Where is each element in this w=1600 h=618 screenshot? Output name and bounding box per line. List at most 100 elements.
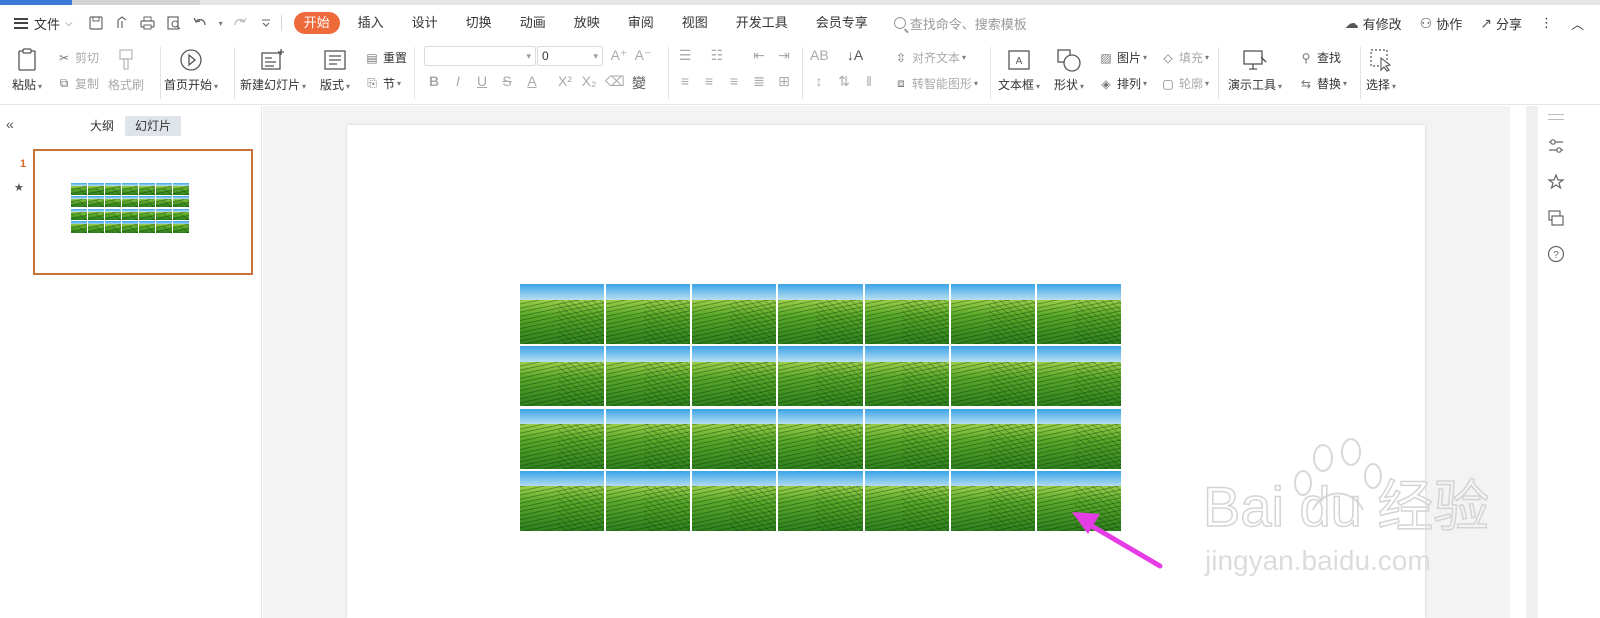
- tea-field-picture[interactable]: [692, 470, 777, 531]
- bullet-list-icon[interactable]: ☰: [676, 47, 694, 64]
- underline-icon[interactable]: U: [473, 73, 491, 89]
- help-icon[interactable]: ?: [1546, 244, 1566, 264]
- tea-field-picture[interactable]: [1036, 346, 1121, 407]
- textbox-button[interactable]: A 文本框 ▾: [998, 43, 1040, 93]
- justify-icon[interactable]: ≣: [750, 73, 768, 90]
- tea-field-picture[interactable]: [864, 346, 949, 407]
- print-icon[interactable]: [139, 14, 157, 32]
- slide-thumbnail[interactable]: [33, 149, 253, 275]
- tea-field-picture[interactable]: [778, 470, 863, 531]
- animation-star-pane-icon[interactable]: [1546, 172, 1566, 192]
- redo-icon[interactable]: [231, 14, 249, 32]
- find-button[interactable]: ⚲ 查找: [1298, 49, 1341, 66]
- select-button[interactable]: 选择 ▾: [1366, 43, 1396, 93]
- tab-review[interactable]: 审阅: [614, 12, 668, 34]
- tea-field-picture[interactable]: [864, 284, 949, 345]
- sort-icon[interactable]: ↓A: [846, 47, 864, 63]
- bold-icon[interactable]: B: [425, 73, 443, 89]
- columns-icon[interactable]: ‖: [860, 73, 878, 89]
- share-button[interactable]: ↗ 分享: [1480, 14, 1522, 33]
- tea-field-picture[interactable]: [778, 408, 863, 469]
- play-from-start-button[interactable]: 首页开始 ▾: [164, 43, 218, 93]
- collapse-panel-icon[interactable]: «: [6, 116, 14, 132]
- italic-icon[interactable]: I: [449, 73, 467, 89]
- reset-button[interactable]: ▤ 重置: [364, 49, 407, 66]
- tea-field-picture[interactable]: [950, 470, 1035, 531]
- undo-icon[interactable]: [191, 14, 209, 32]
- numbered-list-icon[interactable]: ☷: [708, 47, 726, 64]
- customize-toolbar-icon[interactable]: [257, 14, 275, 32]
- align-right-icon[interactable]: ≡: [725, 73, 743, 89]
- decrease-font-icon[interactable]: A⁻: [634, 47, 652, 64]
- tab-transitions[interactable]: 切换: [452, 12, 506, 34]
- increase-font-icon[interactable]: A⁺: [610, 47, 628, 64]
- replace-button[interactable]: ⇆ 替换 ▾: [1298, 75, 1347, 92]
- smart-shape-button[interactable]: ⧈ 转智能图形 ▾: [893, 75, 978, 92]
- tea-field-picture[interactable]: [692, 408, 777, 469]
- align-text-button[interactable]: ⇳ 对齐文本 ▾: [893, 49, 966, 66]
- decrease-indent-icon[interactable]: ⇤: [750, 47, 768, 64]
- file-menu-button[interactable]: 文件 ⌵: [14, 11, 73, 35]
- tea-field-picture[interactable]: [1036, 284, 1121, 345]
- sidebar-drag-handle-icon[interactable]: [1548, 114, 1564, 120]
- tea-field-picture[interactable]: [864, 470, 949, 531]
- tab-member[interactable]: 会员专享: [802, 12, 882, 34]
- shape-button[interactable]: 形状 ▾: [1054, 43, 1084, 93]
- tab-slideshow[interactable]: 放映: [560, 12, 614, 34]
- tea-field-picture[interactable]: [950, 346, 1035, 407]
- tab-slides[interactable]: 幻灯片: [125, 116, 182, 136]
- align-left-icon[interactable]: ≡: [676, 73, 694, 89]
- presentation-tools-button[interactable]: 演示工具 ▾: [1228, 43, 1282, 93]
- tea-field-picture[interactable]: [520, 346, 605, 407]
- collapse-ribbon-button[interactable]: ︿: [1571, 14, 1584, 33]
- tea-field-picture[interactable]: [606, 408, 691, 469]
- fill-button[interactable]: ◇ 填充 ▾: [1160, 49, 1209, 66]
- tab-home[interactable]: 开始: [293, 12, 340, 34]
- tab-animations[interactable]: 动画: [506, 12, 560, 34]
- new-slide-button[interactable]: 新建幻灯片 ▾: [240, 43, 306, 93]
- strikethrough-icon[interactable]: S: [498, 73, 516, 89]
- arrange-button[interactable]: ◈ 排列 ▾: [1098, 75, 1147, 92]
- font-color-icon[interactable]: A: [523, 73, 541, 89]
- layout-button[interactable]: 版式 ▾: [320, 43, 350, 93]
- tea-field-picture[interactable]: [520, 470, 605, 531]
- tea-field-picture[interactable]: [778, 284, 863, 345]
- export-icon[interactable]: [113, 14, 131, 32]
- tea-field-picture[interactable]: [778, 346, 863, 407]
- print-preview-icon[interactable]: [165, 14, 183, 32]
- tea-field-picture[interactable]: [692, 346, 777, 407]
- font-name-combo[interactable]: [424, 46, 536, 66]
- slide-canvas[interactable]: [347, 125, 1425, 618]
- copy-button[interactable]: ⧉ 复制: [56, 75, 99, 92]
- subscript-icon[interactable]: X₂: [580, 73, 598, 89]
- font-size-combo[interactable]: 0: [537, 46, 603, 66]
- tab-view[interactable]: 视图: [668, 12, 722, 34]
- properties-sliders-icon[interactable]: [1546, 136, 1566, 156]
- tab-developer[interactable]: 开发工具: [722, 12, 802, 34]
- tab-outline[interactable]: 大纲: [80, 116, 124, 136]
- command-search[interactable]: 查找命令、搜索模板: [893, 14, 1027, 33]
- transition-pane-icon[interactable]: [1546, 208, 1566, 228]
- paste-button[interactable]: 粘贴 ▾: [12, 43, 42, 93]
- paragraph-spacing-icon[interactable]: ⇅: [835, 73, 853, 90]
- tea-field-picture[interactable]: [692, 284, 777, 345]
- align-center-icon[interactable]: ≡: [700, 73, 718, 89]
- cut-button[interactable]: ✂ 剪切: [56, 49, 99, 66]
- line-spacing-icon[interactable]: ↕: [810, 73, 828, 89]
- collaborate-button[interactable]: ⚇ 协作: [1420, 14, 1463, 33]
- tea-field-picture[interactable]: [520, 408, 605, 469]
- undo-dropdown-icon[interactable]: ▾: [219, 19, 223, 28]
- superscript-icon[interactable]: X²: [556, 73, 574, 89]
- increase-indent-icon[interactable]: ⇥: [775, 47, 793, 64]
- text-direction-icon[interactable]: AB: [810, 47, 829, 63]
- tea-field-picture[interactable]: [606, 346, 691, 407]
- modified-status-button[interactable]: ☁ 有修改: [1345, 14, 1402, 33]
- tea-field-picture[interactable]: [606, 284, 691, 345]
- tea-field-picture[interactable]: [950, 284, 1035, 345]
- section-button[interactable]: ⎘ 节 ▾: [364, 75, 401, 92]
- tab-insert[interactable]: 插入: [344, 12, 398, 34]
- save-icon[interactable]: [87, 14, 105, 32]
- picture-button[interactable]: ▨ 图片 ▾: [1098, 49, 1147, 66]
- tea-field-picture[interactable]: [520, 284, 605, 345]
- distribute-icon[interactable]: ⊞: [775, 73, 793, 90]
